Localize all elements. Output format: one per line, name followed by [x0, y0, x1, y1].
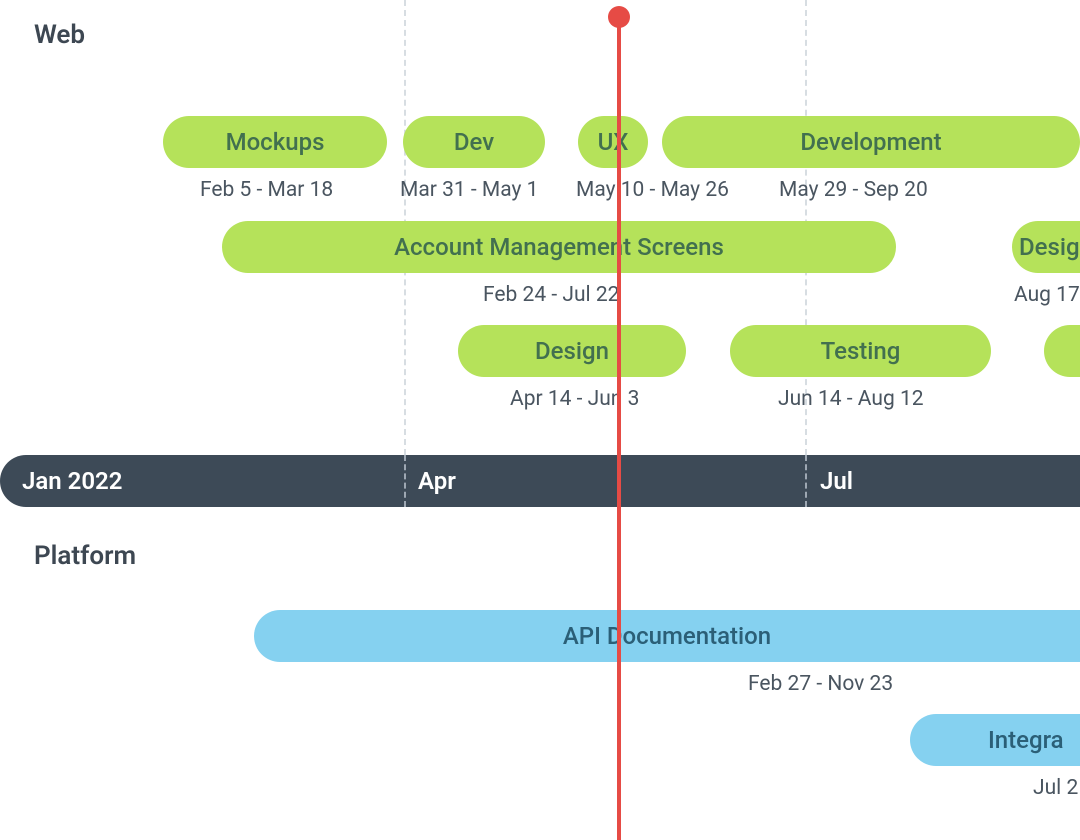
task-bar-design-2[interactable]: Design [1012, 221, 1080, 273]
task-bar-api-docs[interactable]: API Documentation [254, 610, 1080, 662]
axis-tick-jan: Jan 2022 [22, 467, 122, 495]
task-dates: Feb 24 - Jul 22 [483, 283, 619, 307]
task-dates: Feb 27 - Nov 23 [748, 672, 893, 696]
task-dates: Jul 2 [1033, 776, 1078, 800]
axis-background [0, 455, 1080, 507]
task-dates: Mar 31 - May 1 [400, 178, 538, 202]
task-label: Design [1012, 233, 1080, 261]
task-bar-partial[interactable] [1044, 325, 1080, 377]
task-label: Dev [454, 128, 494, 156]
task-bar-testing[interactable]: Testing [730, 325, 991, 377]
axis-separator [404, 455, 406, 507]
axis-tick-apr: Apr [418, 467, 456, 495]
section-label-platform: Platform [34, 541, 136, 571]
task-dates: May 10 - May 26 [576, 178, 729, 202]
timeline-axis[interactable]: Jan 2022 Apr Jul [0, 455, 1080, 507]
task-label: Design [535, 337, 609, 365]
task-dates: Jun 14 - Aug 12 [778, 387, 924, 411]
task-bar-dev[interactable]: Dev [403, 116, 545, 168]
task-bar-integra[interactable]: Integra [910, 714, 1080, 766]
task-label: Testing [821, 337, 901, 365]
task-label: Integra [988, 726, 1064, 754]
section-label-web: Web [34, 20, 85, 50]
task-dates: Feb 5 - Mar 18 [200, 178, 333, 202]
task-bar-development[interactable]: Development [662, 116, 1080, 168]
current-time-indicator[interactable] [617, 12, 621, 840]
task-label: Account Management Screens [394, 233, 724, 261]
task-bar-design[interactable]: Design [458, 325, 686, 377]
task-bar-mockups[interactable]: Mockups [163, 116, 387, 168]
current-time-handle-icon[interactable] [608, 6, 630, 28]
task-label: API Documentation [563, 622, 771, 650]
task-bar-account-mgmt[interactable]: Account Management Screens [222, 221, 896, 273]
axis-separator [805, 455, 807, 507]
task-bar-ux[interactable]: UX [578, 116, 648, 168]
timeline-canvas: Web Mockups Feb 5 - Mar 18 Dev Mar 31 - … [0, 0, 1080, 840]
task-label: Development [800, 128, 941, 156]
task-dates: Aug 17 [1014, 283, 1080, 307]
axis-tick-jul: Jul [820, 467, 853, 495]
task-label: Mockups [226, 128, 325, 156]
task-label: UX [598, 128, 629, 156]
task-dates: May 29 - Sep 20 [779, 178, 928, 202]
